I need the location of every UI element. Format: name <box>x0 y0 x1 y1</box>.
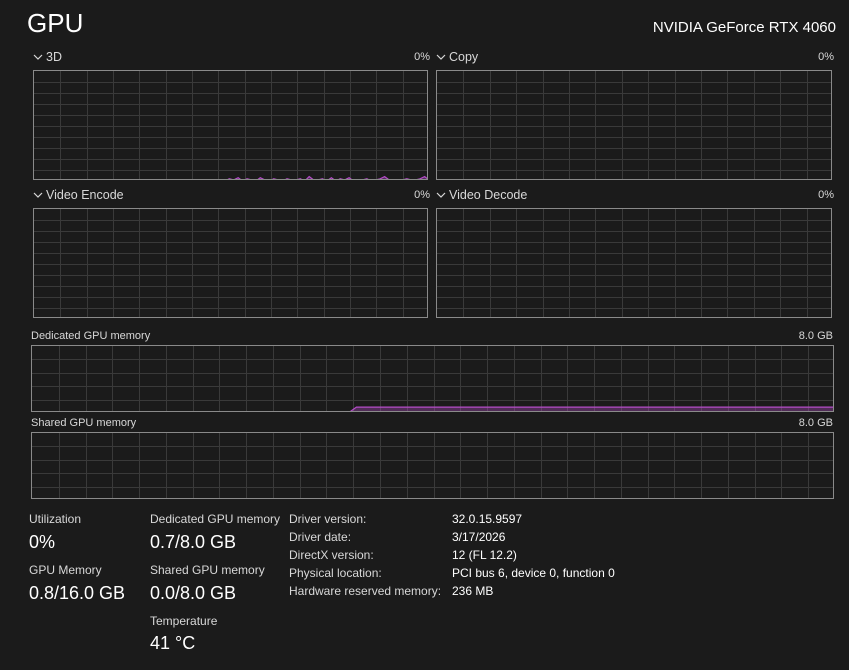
engine-graph-svg <box>437 209 831 317</box>
gpu-memory-value: 0.8/16.0 GB <box>29 583 126 603</box>
hardware-reserved-memory-value: 236 MB <box>452 584 494 598</box>
gpu-performance-page: GPU NVIDIA GeForce RTX 4060 3D 0% Copy 0… <box>0 0 849 670</box>
hardware-reserved-memory-label: Hardware reserved memory: <box>289 584 442 598</box>
device-name: NVIDIA GeForce RTX 4060 <box>652 19 836 36</box>
directx-version-value: 12 (FL 12.2) <box>452 548 517 562</box>
chevron-down-icon <box>33 54 43 60</box>
engine-graph-svg <box>34 71 427 179</box>
engine-label: Video Encode <box>46 188 124 202</box>
physical-location-label: Physical location: <box>289 566 382 580</box>
engine-graph-video-encode <box>33 208 428 318</box>
engine-percent: 0% <box>414 189 430 201</box>
gpu-memory-label: GPU Memory <box>29 563 102 577</box>
memory-graph-svg <box>32 346 833 411</box>
shared-memory-value: 0.0/8.0 GB <box>150 583 237 603</box>
engine-label: Video Decode <box>449 188 528 202</box>
temperature-value: 41 °C <box>150 633 196 653</box>
utilization-label: Utilization <box>29 512 82 526</box>
shared-memory-graph-label: Shared GPU memory <box>31 417 137 429</box>
utilization-series-area <box>228 176 427 179</box>
chevron-down-icon <box>436 54 446 60</box>
shared-memory-graph-max: 8.0 GB <box>798 417 833 429</box>
engine-label: 3D <box>46 50 62 64</box>
dedicated-memory-label: Dedicated GPU memory <box>150 512 281 526</box>
memory-graph-svg <box>32 433 833 498</box>
driver-date-value: 3/17/2026 <box>452 530 506 544</box>
engine-graph-copy <box>436 70 832 180</box>
dedicated-memory-graph-label: Dedicated GPU memory <box>31 330 151 342</box>
directx-version-label: DirectX version: <box>289 548 374 562</box>
chevron-down-icon <box>33 192 43 198</box>
engine-selector-video-decode[interactable]: Video Decode <box>436 188 527 202</box>
engine-graph-video-decode <box>436 208 832 318</box>
dedicated-memory-graph <box>31 345 834 412</box>
engine-selector-video-encode[interactable]: Video Encode <box>33 188 124 202</box>
shared-memory-graph <box>31 432 834 499</box>
dedicated-memory-series-area <box>351 407 833 411</box>
utilization-value: 0% <box>29 532 56 552</box>
engine-graph-3d <box>33 70 428 180</box>
temperature-label: Temperature <box>150 614 218 628</box>
physical-location-value: PCI bus 6, device 0, function 0 <box>452 566 615 580</box>
shared-memory-label: Shared GPU memory <box>150 563 265 577</box>
engine-graph-svg <box>34 209 427 317</box>
engine-selector-copy[interactable]: Copy <box>436 50 478 64</box>
utilization-series-line <box>227 175 427 179</box>
dedicated-memory-graph-max: 8.0 GB <box>798 330 833 342</box>
engine-label: Copy <box>449 50 479 64</box>
chevron-down-icon <box>436 192 446 198</box>
driver-version-label: Driver version: <box>289 512 367 526</box>
engine-graph-svg <box>437 71 831 179</box>
engine-percent: 0% <box>414 51 430 63</box>
engine-percent: 0% <box>818 51 834 63</box>
engine-percent: 0% <box>818 189 834 201</box>
page-title: GPU <box>27 8 84 38</box>
driver-version-value: 32.0.15.9597 <box>452 512 523 526</box>
driver-date-label: Driver date: <box>289 530 352 544</box>
engine-selector-3d[interactable]: 3D <box>33 50 62 64</box>
dedicated-memory-value: 0.7/8.0 GB <box>150 532 237 552</box>
